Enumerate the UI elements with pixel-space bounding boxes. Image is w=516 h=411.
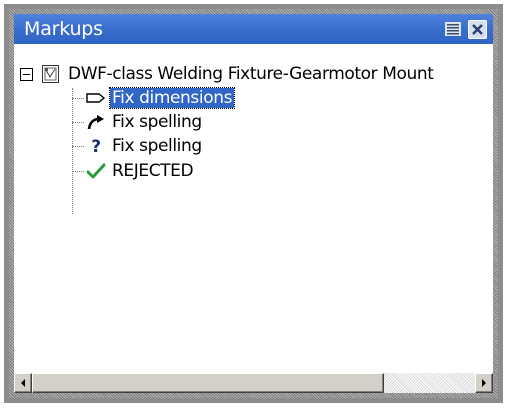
tree-root-label: DWF-class Welding Fixture-Gearmotor Moun… [68,64,434,84]
checkmark-icon [86,162,106,180]
panel-frame: Markups DWF-class Welding Fixture-Gearmo… [4,4,503,403]
tree-item-label: REJECTED [112,161,194,181]
tree-item-fix-spelling[interactable]: ? Fix spelling [86,135,204,157]
scroll-left-button[interactable] [14,373,32,393]
menu-icon[interactable] [444,20,462,38]
markups-panel-stage: Markups DWF-class Welding Fixture-Gearmo… [0,0,516,411]
scroll-right-button[interactable] [475,373,493,393]
tree-connector [72,88,73,214]
arrow-right-icon [482,379,486,387]
tree-item-label: Fix spelling [112,112,202,132]
curved-arrow-icon [86,113,106,131]
scroll-thumb[interactable] [32,373,384,393]
tree-item-rejected[interactable]: REJECTED [86,160,195,182]
question-icon: ? [86,137,106,155]
tree-connector [72,171,84,172]
markups-tree[interactable]: DWF-class Welding Fixture-Gearmotor Moun… [14,44,493,365]
panel-body: Markups DWF-class Welding Fixture-Gearmo… [14,14,493,393]
close-icon[interactable] [468,19,487,39]
collapse-icon[interactable] [20,68,33,81]
arrow-left-icon [21,379,25,387]
document-icon [42,65,59,83]
horizontal-scrollbar[interactable] [14,372,493,393]
tree-item-fix-spelling[interactable]: Fix spelling [86,111,204,133]
tree-root-item[interactable]: DWF-class Welding Fixture-Gearmotor Moun… [66,63,436,85]
arrow-outline-icon [86,89,106,107]
tree-item-label: Fix dimensions [108,87,236,109]
panel-title: Markups [24,18,103,40]
svg-text:?: ? [91,137,100,155]
title-bar[interactable]: Markups [14,14,493,44]
tree-connector [72,122,84,123]
tree-item-fix-dimensions[interactable]: Fix dimensions [86,87,236,109]
tree-item-label: Fix spelling [112,136,202,156]
tree-connector [72,98,84,99]
tree-connector [72,146,84,147]
